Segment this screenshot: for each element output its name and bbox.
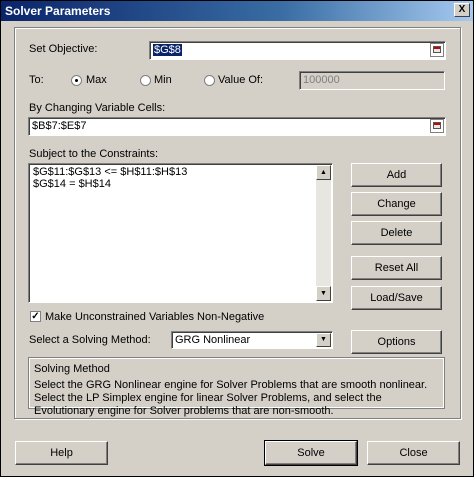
solving-method-title: Solving Method <box>34 363 110 375</box>
delete-button[interactable]: Delete <box>351 221 442 245</box>
scroll-down-icon[interactable]: ▼ <box>316 286 331 301</box>
solving-method-label: Select a Solving Method: <box>29 334 151 346</box>
close-window-button[interactable]: X <box>454 3 470 17</box>
set-objective-input[interactable]: $G$8 <box>149 41 446 60</box>
solving-method-value: GRG Nonlinear <box>175 334 251 346</box>
load-save-button[interactable]: Load/Save <box>351 286 442 310</box>
set-objective-value: $G$8 <box>153 44 182 56</box>
title-bar: Solver Parameters X <box>1 1 473 21</box>
to-label: To: <box>29 74 44 86</box>
scroll-up-icon[interactable]: ▲ <box>316 165 331 180</box>
constraints-list[interactable]: $G$11:$G$13 <= $H$11:$H$13 $G$14 = $H$14… <box>28 163 333 303</box>
constraints-scrollbar[interactable]: ▲ ▼ <box>316 165 331 301</box>
changing-cells-label: By Changing Variable Cells: <box>29 102 166 114</box>
constraint-item[interactable]: $G$14 = $H$14 <box>33 178 111 190</box>
solve-button[interactable]: Solve <box>264 440 358 466</box>
change-button[interactable]: Change <box>351 192 442 216</box>
constraints-label: Subject to the Constraints: <box>29 148 159 160</box>
collapse-dialog-icon[interactable] <box>430 119 444 133</box>
changing-cells-value: $B$7:$E$7 <box>32 120 87 132</box>
collapse-dialog-icon[interactable] <box>430 43 444 57</box>
value-of-input[interactable]: 100000 <box>299 71 445 90</box>
max-radio[interactable] <box>71 75 82 86</box>
min-label: Min <box>154 74 172 86</box>
help-button[interactable]: Help <box>15 441 108 465</box>
changing-cells-input[interactable]: $B$7:$E$7 <box>28 117 446 136</box>
value-of-label: Value Of: <box>218 74 264 86</box>
window-title: Solver Parameters <box>5 4 111 18</box>
max-label: Max <box>86 74 107 86</box>
solving-method-description: Select the GRG Nonlinear engine for Solv… <box>34 379 428 417</box>
non-negative-label: Make Unconstrained Variables Non-Negativ… <box>45 311 265 323</box>
options-button[interactable]: Options <box>351 330 442 354</box>
close-button[interactable]: Close <box>367 441 460 465</box>
non-negative-checkbox[interactable]: ✓ <box>30 311 41 322</box>
solving-method-group: Solving Method Select the GRG Nonlinear … <box>28 357 445 417</box>
value-of-radio[interactable] <box>204 75 215 86</box>
chevron-down-icon[interactable]: ▼ <box>316 333 331 347</box>
solving-method-select[interactable]: GRG Nonlinear ▼ <box>171 331 333 349</box>
add-button[interactable]: Add <box>351 163 442 187</box>
min-radio[interactable] <box>140 75 151 86</box>
solver-parameters-dialog: Solver Parameters X Set Objective: $G$8 … <box>0 0 474 477</box>
set-objective-label: Set Objective: <box>29 43 98 55</box>
reset-all-button[interactable]: Reset All <box>351 256 442 280</box>
constraint-item[interactable]: $G$11:$G$13 <= $H$11:$H$13 <box>33 166 187 178</box>
